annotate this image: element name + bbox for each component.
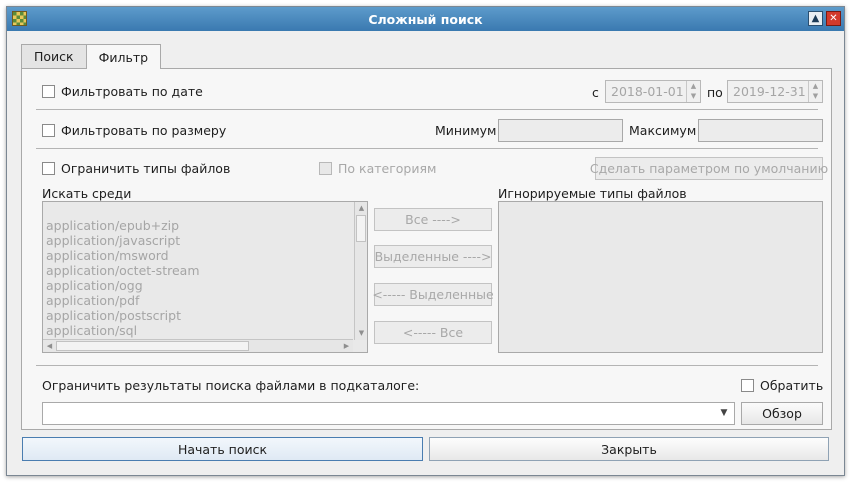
tab-bar: Поиск Фильтр: [21, 44, 162, 69]
by-category-checkbox[interactable]: [319, 162, 332, 175]
subdir-combobox[interactable]: ▼: [42, 402, 735, 425]
move-all-right-button[interactable]: Все ---->: [374, 208, 492, 231]
search-among-label: Искать среди: [42, 186, 132, 201]
size-max-label: Максимум: [629, 123, 697, 138]
invert-label: Обратить: [760, 378, 824, 393]
filter-by-size-checkbox[interactable]: [42, 124, 55, 137]
browse-button[interactable]: Обзор: [741, 402, 823, 425]
move-all-left-button[interactable]: <----- Все: [374, 321, 492, 344]
move-selected-right-button[interactable]: Выделенные ---->: [374, 245, 492, 268]
search-among-list[interactable]: application/epub+zip application/javascr…: [42, 201, 368, 353]
filter-by-date-checkbox[interactable]: [42, 85, 55, 98]
app-icon: [12, 11, 27, 26]
scroll-up-icon[interactable]: ▲: [355, 202, 367, 215]
scroll-left-icon[interactable]: ◀: [43, 340, 56, 352]
tab-filter[interactable]: Фильтр: [85, 44, 162, 69]
scroll-down-icon[interactable]: ▼: [355, 327, 367, 340]
date-from-value: 2018-01-01: [611, 84, 684, 99]
date-from-spin-icon[interactable]: ▲ ▼: [686, 81, 700, 102]
subdir-label: Ограничить результаты поиска файлами в п…: [42, 378, 420, 393]
size-min-label: Минимум: [435, 123, 497, 138]
filter-by-date-label: Фильтровать по дате: [61, 84, 203, 99]
separator: [36, 109, 818, 110]
separator: [36, 148, 818, 149]
ignored-types-list[interactable]: [498, 201, 823, 353]
invert-checkbox[interactable]: [741, 379, 754, 392]
list-item[interactable]: application/pdf: [46, 293, 200, 308]
date-to-label: по: [707, 85, 723, 100]
filter-panel: Фильтровать по дате с 2018-01-01 ▲ ▼ по 2…: [21, 68, 832, 430]
date-from-input[interactable]: 2018-01-01 ▲ ▼: [605, 80, 701, 103]
size-max-input[interactable]: [698, 119, 823, 142]
list-item[interactable]: application/msword: [46, 248, 200, 263]
title-bar[interactable]: Сложный поиск ▲ ✕: [7, 7, 844, 31]
mime-type-list: application/epub+zip application/javascr…: [46, 218, 200, 338]
window-title: Сложный поиск: [368, 11, 483, 27]
close-icon[interactable]: ✕: [826, 11, 841, 26]
date-to-input[interactable]: 2019-12-31 ▲ ▼: [727, 80, 823, 103]
date-to-value: 2019-12-31: [733, 84, 806, 99]
horizontal-scroll-thumb[interactable]: [56, 341, 249, 351]
maximize-icon[interactable]: ▲: [808, 11, 823, 26]
scroll-right-icon[interactable]: ▶: [340, 340, 353, 352]
restrict-file-types-checkbox[interactable]: [42, 162, 55, 175]
make-default-button[interactable]: Сделать параметром по умолчанию: [590, 157, 828, 180]
date-from-label: с: [592, 85, 599, 100]
size-min-input[interactable]: [498, 119, 623, 142]
close-button[interactable]: Закрыть: [429, 437, 829, 461]
separator: [36, 365, 818, 366]
list-item[interactable]: application/ogg: [46, 278, 200, 293]
by-category-label: По категориям: [338, 161, 437, 176]
date-to-spin-icon[interactable]: ▲ ▼: [808, 81, 822, 102]
vertical-scroll-thumb[interactable]: [356, 215, 366, 242]
horizontal-scrollbar[interactable]: ◀ ▶: [43, 339, 353, 352]
filter-by-size-label: Фильтровать по размеру: [61, 123, 227, 138]
advanced-search-window: Сложный поиск ▲ ✕ Поиск Фильтр Фильтрова…: [6, 6, 845, 476]
restrict-file-types-label: Ограничить типы файлов: [61, 161, 231, 176]
list-item[interactable]: application/epub+zip: [46, 218, 200, 233]
list-item[interactable]: application/javascript: [46, 233, 200, 248]
list-item[interactable]: application/postscript: [46, 308, 200, 323]
start-search-button[interactable]: Начать поиск: [22, 437, 423, 461]
vertical-scrollbar[interactable]: ▲ ▼: [354, 202, 367, 340]
move-selected-left-button[interactable]: <----- Выделенные: [372, 283, 494, 306]
list-item[interactable]: application/octet-stream: [46, 263, 200, 278]
list-item[interactable]: application/sql: [46, 323, 200, 338]
tab-search[interactable]: Поиск: [21, 44, 87, 68]
chevron-down-icon[interactable]: ▼: [714, 403, 734, 424]
ignored-types-label: Игнорируемые типы файлов: [498, 186, 687, 201]
